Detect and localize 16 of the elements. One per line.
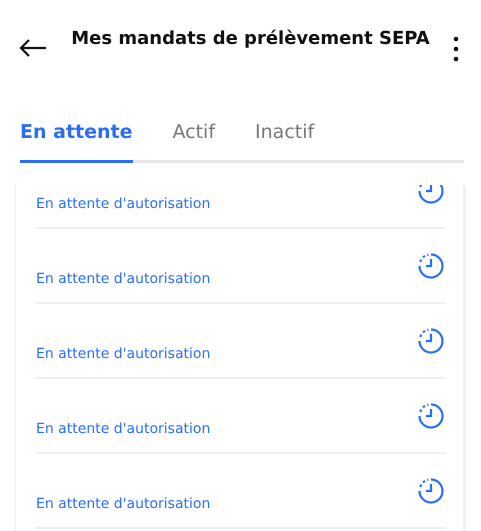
more-options-icon[interactable] xyxy=(453,36,459,62)
status-text: En attente d'autorisation xyxy=(36,345,210,364)
clock-icon xyxy=(418,253,444,279)
status-text: En attente d'autorisation xyxy=(36,495,210,514)
back-icon[interactable] xyxy=(18,38,48,58)
clock-icon xyxy=(418,328,444,354)
tab[interactable]: Inactif xyxy=(255,103,314,163)
tab[interactable]: En attente xyxy=(20,103,132,163)
status-text: En attente d'autorisation xyxy=(36,420,210,439)
clock-icon xyxy=(418,478,444,504)
page-title: Mes mandats de prélèvement SEPA xyxy=(70,27,431,51)
status-text: En attente d'autorisation xyxy=(36,270,210,289)
status-text: En attente d'autorisation xyxy=(36,195,210,214)
clock-icon xyxy=(418,403,444,429)
tab[interactable]: Actif xyxy=(172,103,216,163)
clock-icon xyxy=(418,185,444,204)
